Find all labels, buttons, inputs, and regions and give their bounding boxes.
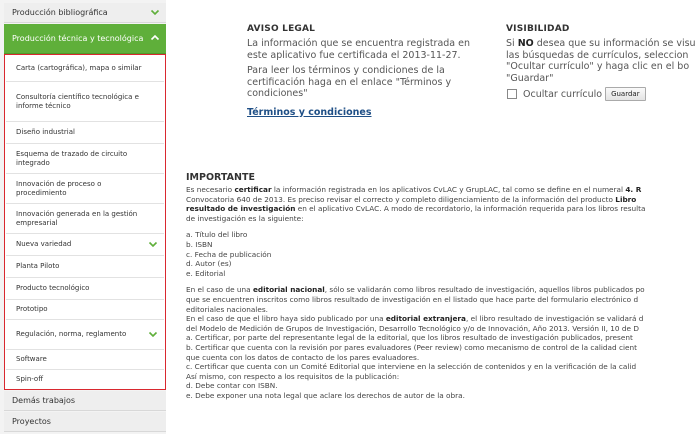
hide-cv-row: Ocultar currículo Guardar	[506, 87, 700, 101]
submenu-item-innovacion-gestion[interactable]: Innovación generada en la gestión empres…	[6, 204, 164, 234]
submenu-item-prototipo[interactable]: Prototipo	[6, 300, 164, 320]
list-item: a. Título del libro	[186, 230, 248, 240]
hide-cv-checkbox[interactable]	[507, 89, 517, 99]
visibility-text-line2: las búsquedas de currículos, seleccion	[506, 49, 689, 61]
submenu-item-spin-off[interactable]: Spin-off	[6, 370, 164, 389]
sidebar-item-label: Producción bibliográfica	[12, 7, 108, 17]
chevron-down-icon	[150, 7, 160, 17]
submenu-item-esquema-trazado[interactable]: Esquema de trazado de circuito integrado	[6, 144, 164, 174]
submenu-item-diseno-industrial[interactable]: Diseño industrial	[6, 122, 164, 144]
sidebar-item-produccion-tecnica[interactable]: Producción técnica y tecnológica	[4, 24, 166, 54]
text-line: En el caso de una editorial nacional, só…	[186, 285, 645, 295]
sidebar-item-label: Producción técnica y tecnológica	[12, 33, 144, 43]
important-section: IMPORTANTE Es necesario certificar la in…	[186, 172, 700, 400]
submenu-item-label: Innovación de proceso o procedimiento	[16, 179, 102, 197]
legal-notice-text: La información que se encuentra registra…	[247, 38, 471, 61]
terms-link[interactable]: Términos y condiciones	[247, 107, 372, 118]
sidebar-item-label: Proyectos	[12, 416, 51, 426]
list-item: b. ISBN	[186, 239, 213, 249]
visibility-text: Si NO desea que su información se visu l…	[506, 38, 700, 84]
submenu-item-carta[interactable]: Carta (cartográfica), mapa o similar	[6, 55, 164, 82]
save-button[interactable]: Guardar	[605, 87, 646, 101]
text-line: En el caso de que el libro haya sido pub…	[186, 314, 644, 324]
visibility-text-no: NO	[517, 38, 534, 49]
hide-cv-label: Ocultar currículo	[523, 88, 603, 100]
submenu-item-label: Planta Piloto	[16, 262, 60, 270]
submenu-item-label: Innovación generada en la gestión empres…	[16, 209, 138, 227]
text-line: Así mismo, con respecto a los requisitos…	[186, 371, 400, 381]
visibility-title: VISIBILIDAD	[506, 24, 570, 34]
visibility-text-line3: "Ocultar currículo" y haga clic en el bo	[506, 61, 690, 72]
sidebar-item-proyectos[interactable]: Proyectos	[4, 412, 166, 432]
sidebar-item-label: Demás trabajos	[12, 395, 76, 405]
submenu-item-label: Carta (cartográfica), mapa o similar	[16, 63, 142, 72]
submenu-item-consultoria[interactable]: Consultoría científico tecnológica e inf…	[6, 82, 164, 122]
chevron-down-icon	[148, 239, 158, 249]
text-line: del Modelo de Medición de Grupos de Inve…	[186, 323, 639, 333]
submenu-item-planta-piloto[interactable]: Planta Piloto	[6, 256, 164, 278]
legal-notice-instructions: Para leer los términos y condiciones de …	[247, 65, 452, 99]
text-line: editoriales nacionales.	[186, 304, 268, 314]
submenu-item-label: Regulación, norma, reglamento	[16, 330, 127, 338]
submenu-item-regulacion[interactable]: Regulación, norma, reglamento	[6, 320, 164, 350]
submenu-item-label: Esquema de trazado de circuito integrado	[16, 149, 128, 167]
legal-notice-panel: AVISO LEGAL La información que se encuen…	[247, 24, 492, 119]
text-line: que cuenta con los datos de contacto de …	[186, 352, 420, 362]
list-item: d. Autor (es)	[186, 259, 232, 269]
visibility-text-pre: Si	[506, 38, 518, 49]
chevron-up-icon	[150, 33, 160, 43]
list-item: c. Fecha de publicación	[186, 249, 272, 259]
important-text: Es necesario certificar la información r…	[186, 185, 700, 400]
text-line: e. Debe exponer una nota legal que aclar…	[186, 390, 465, 400]
text-line: resultado de investigación en el aplicat…	[186, 204, 646, 214]
text-line: b. Certificar que cuenta con la revisión…	[186, 342, 637, 352]
submenu-item-label: Diseño industrial	[16, 128, 75, 136]
chevron-down-icon	[148, 329, 158, 339]
submenu-item-label: Consultoría científico tecnológica e inf…	[16, 92, 139, 110]
sidebar-item-demas-trabajos[interactable]: Demás trabajos	[4, 391, 166, 411]
visibility-text-post: desea que su información se visu	[533, 38, 696, 49]
submenu-item-label: Software	[16, 355, 47, 363]
sidebar-item-produccion-bibliografica[interactable]: Producción bibliográfica	[4, 3, 166, 23]
important-title: IMPORTANTE	[186, 172, 255, 183]
text-line: c. Certificar que cuenta con un Comité E…	[186, 362, 637, 372]
technical-production-submenu: Carta (cartográfica), mapa o similar Con…	[4, 54, 166, 390]
text-line: d. Debe contar con ISBN.	[186, 381, 278, 391]
legal-notice-title: AVISO LEGAL	[247, 24, 316, 34]
submenu-item-innovacion-proceso[interactable]: Innovación de proceso o procedimiento	[6, 174, 164, 204]
submenu-item-software[interactable]: Software	[6, 350, 164, 370]
visibility-text-line4: "Guardar"	[506, 72, 554, 84]
text-line: que se encuentren inscritos como libros …	[186, 294, 639, 304]
text-line: Es necesario certificar la información r…	[186, 185, 642, 194]
submenu-item-nueva-variedad[interactable]: Nueva variedad	[6, 234, 164, 256]
submenu-item-label: Nueva variedad	[16, 240, 72, 248]
text-line: de investigación es la siguiente:	[186, 213, 304, 223]
text-line: Convocatoria 640 de 2013. Es preciso rev…	[186, 194, 637, 204]
submenu-item-label: Prototipo	[16, 305, 48, 313]
text-line: a. Certificar, por parte del representan…	[186, 333, 633, 343]
visibility-panel: VISIBILIDAD Si NO desea que su informaci…	[506, 24, 700, 101]
list-item: e. Editorial	[186, 268, 226, 278]
submenu-item-label: Producto tecnológico	[16, 284, 90, 292]
submenu-item-producto-tecnologico[interactable]: Producto tecnológico	[6, 278, 164, 300]
sidebar: Producción bibliográfica Producción técn…	[0, 0, 166, 434]
submenu-item-label: Spin-off	[16, 375, 44, 383]
